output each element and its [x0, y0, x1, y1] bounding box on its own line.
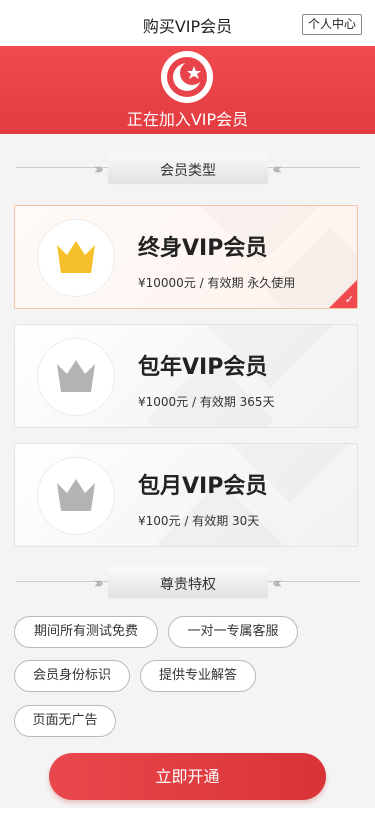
- profile-button[interactable]: 个人中心: [301, 14, 362, 35]
- vip-badge-icon: [161, 51, 213, 103]
- crown-icon-gold: [57, 241, 95, 273]
- section-label-box: ››› 尊贵特权 ‹‹‹: [94, 567, 282, 597]
- section-divider-types: ››› 会员类型 ‹‹‹: [0, 151, 375, 185]
- plan-price: ¥1000元 / 有效期 365天: [138, 395, 275, 409]
- privilege-tag: 页面无广告: [14, 705, 116, 737]
- crown-icon-gray: [57, 360, 95, 392]
- section-title-types: 会员类型: [160, 163, 216, 179]
- banner-text: 正在加入VIP会员: [126, 110, 249, 129]
- privilege-tag: 一对一专属客服: [168, 616, 298, 648]
- bottom-strip: [0, 808, 375, 818]
- plan-name: 包月VIP会员: [138, 474, 268, 499]
- header-bar: 购买VIP会员 个人中心: [0, 0, 375, 46]
- plan-price: ¥100元 / 有效期 30天: [138, 514, 260, 528]
- plan-card-monthly[interactable]: 包月VIP会员 ¥100元 / 有效期 30天: [14, 443, 358, 547]
- chevron-left-icon: ‹‹‹: [272, 574, 282, 592]
- divider-line-right: [268, 581, 360, 582]
- section-divider-privileges: ››› 尊贵特权 ‹‹‹: [0, 565, 375, 599]
- privilege-tag: 提供专业解答: [140, 660, 256, 692]
- chevron-right-icon: ›››: [94, 160, 104, 178]
- privilege-tag: 会员身份标识: [14, 660, 130, 692]
- chevron-left-icon: ‹‹‹: [272, 160, 282, 178]
- plan-card-lifetime[interactable]: 终身VIP会员 ¥10000元 / 有效期 永久使用 ✓: [14, 205, 358, 309]
- crown-avatar: [38, 339, 114, 415]
- crown-avatar: [38, 458, 114, 534]
- plan-name: 终身VIP会员: [138, 236, 268, 261]
- crown-icon-gray: [57, 479, 95, 511]
- crown-avatar: [38, 220, 114, 296]
- plan-card-yearly[interactable]: 包年VIP会员 ¥1000元 / 有效期 365天: [14, 324, 358, 428]
- privilege-tag: 期间所有测试免费: [14, 616, 158, 648]
- vip-banner: 正在加入VIP会员: [0, 46, 375, 134]
- chevron-right-icon: ›››: [94, 574, 104, 592]
- subscribe-button[interactable]: 立即开通: [49, 753, 326, 800]
- section-label-box: ››› 会员类型 ‹‹‹: [94, 153, 282, 183]
- section-title-privileges: 尊贵特权: [160, 577, 216, 593]
- checkmark-icon: ✓: [344, 293, 354, 306]
- divider-line-right: [268, 167, 360, 168]
- plan-price: ¥10000元 / 有效期 永久使用: [138, 276, 296, 290]
- plan-name: 包年VIP会员: [138, 355, 268, 380]
